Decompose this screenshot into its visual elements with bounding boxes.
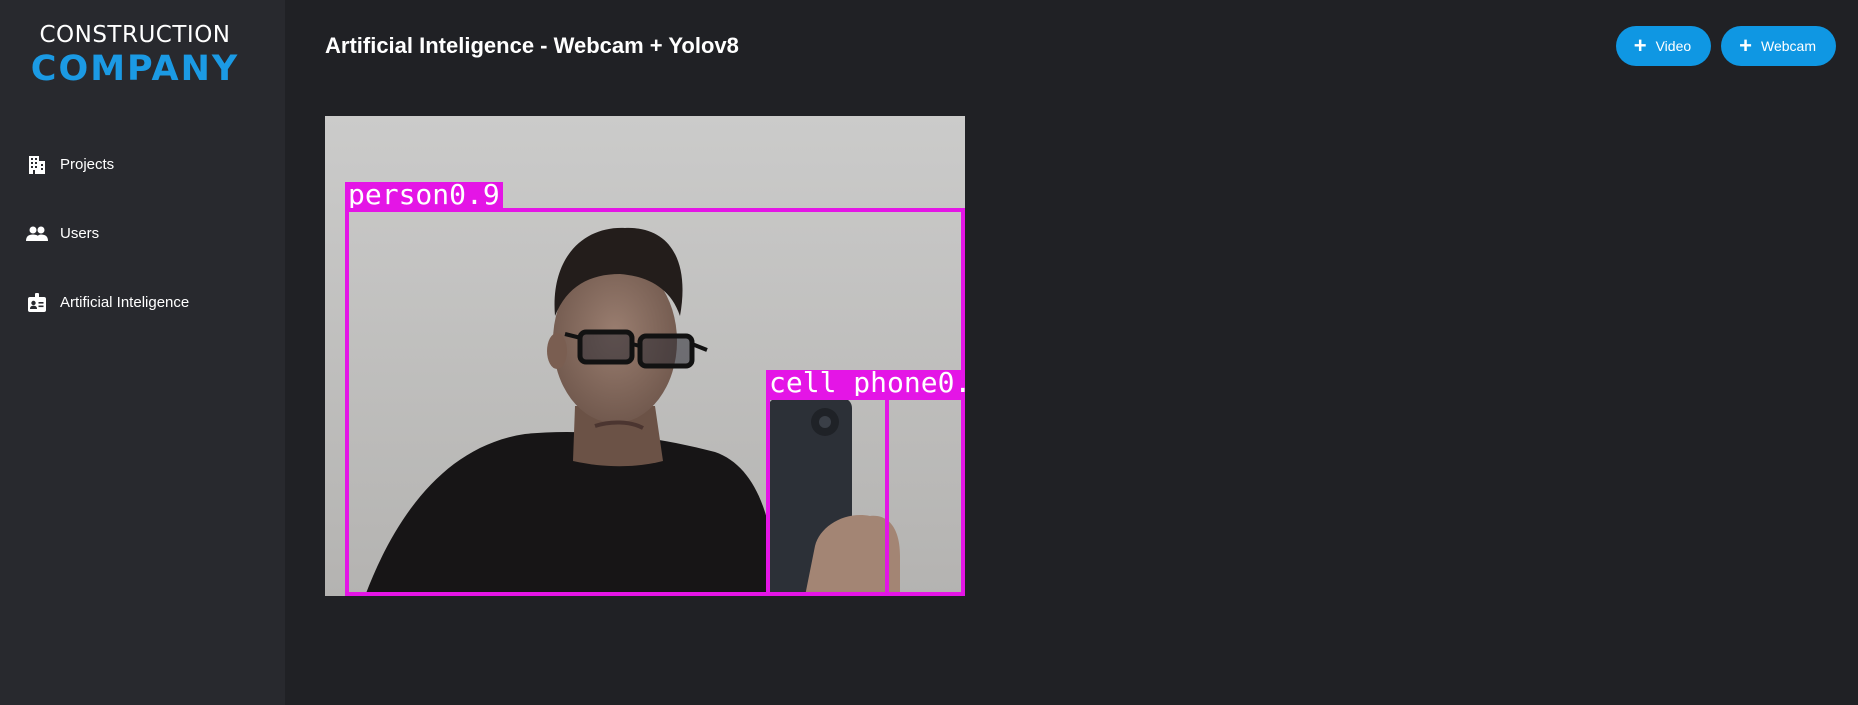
logo-line-construction: CONSTRUCTION [39,22,231,48]
users-icon [26,223,48,245]
add-webcam-label: Webcam [1761,38,1816,54]
cell-phone-inner-box [885,396,889,596]
sidebar-item-label: Projects [60,156,115,173]
sidebar-item-projects[interactable]: Projects [0,130,285,199]
plus-icon: + [1739,33,1753,58]
page-title: Artificial Inteligence - Webcam + Yolov8 [325,33,739,58]
header-actions: + Video + Webcam [1615,26,1836,66]
sidebar-item-label: Users [60,225,100,242]
person-detection-label: person0.9 [345,182,503,208]
cell-phone-bounding-box [766,396,965,596]
webcam-feed: person0.9 cell phone0.5 [325,116,965,596]
sidebar: CONSTRUCTION COMPANY Projects Users Arti… [0,0,285,705]
add-webcam-button[interactable]: + Webcam [1721,26,1836,66]
plus-icon: + [1633,33,1647,58]
add-video-label: Video [1655,38,1692,54]
sidebar-item-label: Artificial Inteligence [60,294,190,311]
main-content: Artificial Inteligence - Webcam + Yolov8… [285,0,1858,705]
sidebar-item-users[interactable]: Users [0,199,285,268]
id-badge-icon [26,292,48,314]
company-logo[interactable]: CONSTRUCTION COMPANY [0,20,270,88]
app-root: CONSTRUCTION COMPANY Projects Users Arti… [0,0,1858,705]
sidebar-item-artificial-inteligence[interactable]: Artificial Inteligence [0,268,285,337]
logo-line-company: COMPANY [30,49,240,89]
building-icon [26,154,48,176]
cell-phone-detection-label: cell phone0.5 [766,370,965,396]
sidebar-nav: Projects Users Artificial Inteligence [0,130,285,337]
add-video-button[interactable]: + Video [1615,26,1712,66]
